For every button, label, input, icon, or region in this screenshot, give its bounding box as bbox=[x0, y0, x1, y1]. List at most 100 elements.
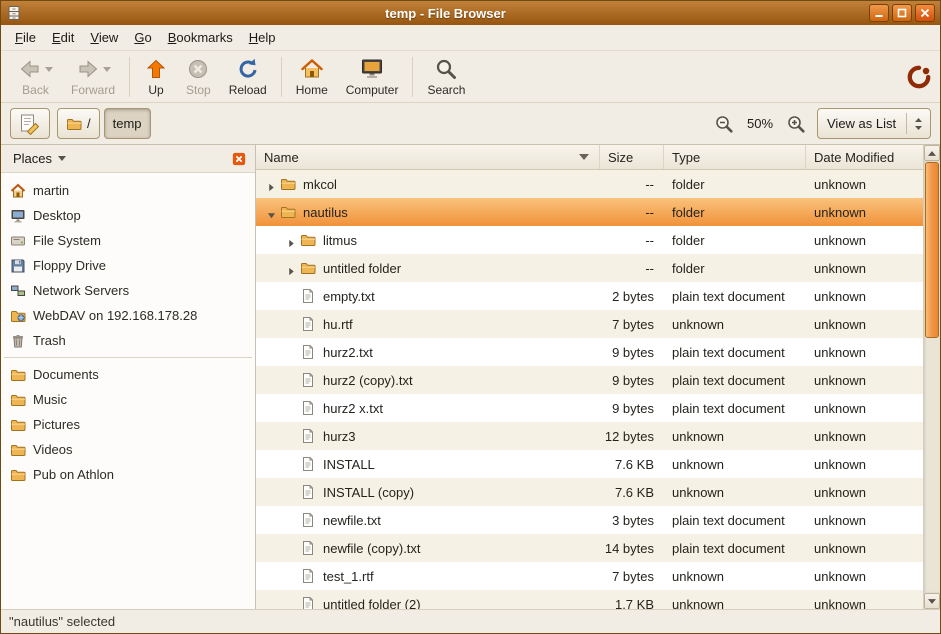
table-row[interactable]: hurz2 (copy).txt9 bytesplain text docume… bbox=[256, 366, 923, 394]
file-size: 12 bytes bbox=[605, 429, 654, 444]
folder-icon bbox=[10, 367, 26, 383]
expander-expanded-icon[interactable] bbox=[262, 198, 280, 226]
scroll-down-button[interactable] bbox=[924, 593, 940, 609]
table-row[interactable]: mkcol--folderunknown bbox=[256, 170, 923, 198]
up-button[interactable]: Up bbox=[135, 54, 177, 100]
table-row[interactable]: hu.rtf7 bytesunknownunknown bbox=[256, 310, 923, 338]
folder-icon bbox=[66, 116, 82, 132]
file-size: 9 bytes bbox=[612, 345, 654, 360]
table-row[interactable]: litmus--folderunknown bbox=[256, 226, 923, 254]
reload-button[interactable]: Reload bbox=[220, 54, 276, 100]
sidebar-item-trash[interactable]: Trash bbox=[1, 328, 255, 353]
computer-button[interactable]: Computer bbox=[337, 54, 408, 100]
forward-button[interactable]: Forward bbox=[62, 54, 124, 100]
sidebar-item-label: Desktop bbox=[33, 208, 81, 223]
vertical-scrollbar[interactable] bbox=[923, 145, 940, 609]
places-selector[interactable]: Places bbox=[7, 148, 72, 169]
sidebar-item-desktop[interactable]: Desktop bbox=[1, 203, 255, 228]
menu-item-go[interactable]: Go bbox=[126, 25, 159, 50]
file-size: 9 bytes bbox=[612, 401, 654, 416]
menu-item-file[interactable]: File bbox=[7, 25, 44, 50]
minimize-button[interactable] bbox=[869, 4, 889, 22]
table-row[interactable]: untitled folder--folderunknown bbox=[256, 254, 923, 282]
file-type: folder bbox=[672, 177, 705, 192]
table-row[interactable]: newfile (copy).txt14 bytesplain text doc… bbox=[256, 534, 923, 562]
sidebar-item-file-system[interactable]: File System bbox=[1, 228, 255, 253]
places-header: Places bbox=[1, 145, 255, 173]
table-row[interactable]: hurz2 x.txt9 bytesplain text documentunk… bbox=[256, 394, 923, 422]
menu-item-view[interactable]: View bbox=[82, 25, 126, 50]
file-name: INSTALL (copy) bbox=[323, 485, 414, 500]
table-row[interactable]: untitled folder (2)1.7 KBunknownunknown bbox=[256, 590, 923, 609]
sidebar-item-pub-on-athlon[interactable]: Pub on Athlon bbox=[1, 462, 255, 487]
sidebar-item-label: Pub on Athlon bbox=[33, 467, 114, 482]
scrollbar-track[interactable] bbox=[924, 161, 940, 593]
table-row[interactable]: newfile.txt3 bytesplain text documentunk… bbox=[256, 506, 923, 534]
scroll-up-button[interactable] bbox=[924, 145, 940, 161]
location-bar: /temp 50% View as List bbox=[1, 103, 940, 145]
view-mode-select[interactable]: View as List bbox=[817, 108, 931, 139]
table-row[interactable]: hurz2.txt9 bytesplain text documentunkno… bbox=[256, 338, 923, 366]
toolbar-separator bbox=[412, 57, 413, 97]
view-controls: 50% View as List bbox=[714, 108, 931, 139]
text-file-icon bbox=[300, 456, 316, 472]
menu-item-bookmarks[interactable]: Bookmarks bbox=[160, 25, 241, 50]
edit-location-button[interactable] bbox=[10, 108, 50, 139]
file-type: unknown bbox=[672, 485, 724, 500]
table-row[interactable]: empty.txt2 bytesplain text documentunkno… bbox=[256, 282, 923, 310]
file-date-modified: unknown bbox=[814, 289, 866, 304]
toolbar-separator bbox=[129, 57, 130, 97]
scrollbar-thumb[interactable] bbox=[925, 162, 939, 338]
expander-collapsed-icon[interactable] bbox=[282, 226, 300, 254]
table-row[interactable]: INSTALL7.6 KBunknownunknown bbox=[256, 450, 923, 478]
column-header-name[interactable]: Name bbox=[256, 145, 600, 169]
path-buttons: /temp bbox=[57, 108, 151, 139]
stop-button[interactable]: Stop bbox=[177, 54, 220, 100]
places-sidebar: Places martin Desktop File System Floppy Dr… bbox=[1, 145, 256, 609]
toolbar-button-label: Computer bbox=[346, 83, 399, 97]
zoom-in-button[interactable] bbox=[786, 114, 806, 134]
text-file-icon bbox=[300, 596, 316, 609]
sidebar-item-music[interactable]: Music bbox=[1, 387, 255, 412]
file-list-area: NameSizeTypeDate Modified mkcol--folderu… bbox=[256, 145, 923, 609]
file-size: 7.6 KB bbox=[615, 457, 654, 472]
path-button-root[interactable]: / bbox=[57, 108, 100, 139]
home-button[interactable]: Home bbox=[287, 54, 337, 100]
menu-item-edit[interactable]: Edit bbox=[44, 25, 82, 50]
text-file-icon bbox=[300, 400, 316, 416]
expander-spacer bbox=[282, 506, 300, 534]
floppy-icon bbox=[10, 258, 26, 274]
column-header-size[interactable]: Size bbox=[600, 145, 664, 169]
column-header-date-modified[interactable]: Date Modified bbox=[806, 145, 923, 169]
text-file-icon bbox=[300, 428, 316, 444]
expander-spacer bbox=[282, 562, 300, 590]
sidebar-close-button[interactable] bbox=[229, 149, 249, 169]
minimize-icon bbox=[874, 8, 884, 18]
path-button-temp[interactable]: temp bbox=[104, 108, 151, 139]
column-header-type[interactable]: Type bbox=[664, 145, 806, 169]
maximize-button[interactable] bbox=[892, 4, 912, 22]
back-button[interactable]: Back bbox=[9, 54, 62, 100]
file-date-modified: unknown bbox=[814, 485, 866, 500]
table-row[interactable]: hurz312 bytesunknownunknown bbox=[256, 422, 923, 450]
sidebar-item-martin[interactable]: martin bbox=[1, 178, 255, 203]
zoom-out-button[interactable] bbox=[714, 114, 734, 134]
close-button[interactable] bbox=[915, 4, 935, 22]
table-row[interactable]: INSTALL (copy)7.6 KBunknownunknown bbox=[256, 478, 923, 506]
computer-icon bbox=[360, 57, 384, 81]
sidebar-item-pictures[interactable]: Pictures bbox=[1, 412, 255, 437]
sidebar-item-label: File System bbox=[33, 233, 101, 248]
table-row[interactable]: nautilus--folderunknown bbox=[256, 198, 923, 226]
expander-collapsed-icon[interactable] bbox=[282, 254, 300, 282]
table-row[interactable]: test_1.rtf7 bytesunknownunknown bbox=[256, 562, 923, 590]
sidebar-item-webdav-on-192-168-178-28[interactable]: WebDAV on 192.168.178.28 bbox=[1, 303, 255, 328]
sidebar-item-videos[interactable]: Videos bbox=[1, 437, 255, 462]
titlebar[interactable]: temp - File Browser bbox=[1, 1, 940, 25]
expander-collapsed-icon[interactable] bbox=[262, 170, 280, 198]
menu-item-help[interactable]: Help bbox=[241, 25, 284, 50]
sidebar-item-floppy-drive[interactable]: Floppy Drive bbox=[1, 253, 255, 278]
search-button[interactable]: Search bbox=[418, 54, 474, 100]
file-name: newfile (copy).txt bbox=[323, 541, 421, 556]
sidebar-item-network-servers[interactable]: Network Servers bbox=[1, 278, 255, 303]
sidebar-item-documents[interactable]: Documents bbox=[1, 362, 255, 387]
